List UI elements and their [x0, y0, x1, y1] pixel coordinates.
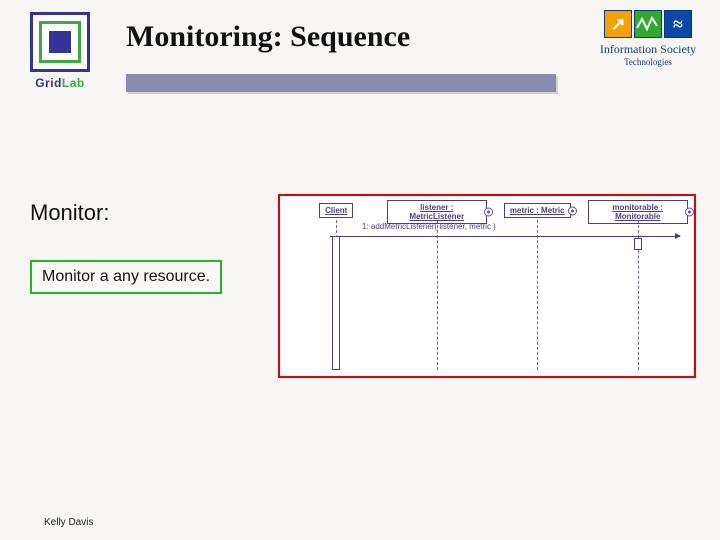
wave-icon	[634, 10, 662, 38]
footer-author: Kelly Davis	[44, 517, 93, 528]
anchor-icon	[685, 208, 694, 217]
lifeline-monitorable: monitorable : Monitorable	[588, 200, 689, 372]
arrow-head-icon	[675, 233, 681, 239]
caption-box: Monitor a any resource.	[30, 260, 222, 294]
gridlab-logo: GridLab	[20, 12, 100, 90]
gridlab-logo-text: GridLab	[20, 76, 100, 90]
lifeline-box: metric : Metric	[504, 203, 571, 218]
ist-logo-text-1: Information Society	[592, 42, 704, 57]
sequence-diagram: Client listener : MetricListener metric …	[278, 194, 696, 378]
anchor-icon	[568, 206, 577, 215]
approx-icon: ≈	[664, 10, 692, 38]
ist-logo-icon: ↗ ≈	[592, 10, 704, 38]
message-label: 1: addMetricListener( listener, metric )	[362, 222, 496, 231]
activation-bar	[634, 238, 642, 250]
arrow-up-icon: ↗	[604, 10, 632, 38]
lifeline-box: Client	[319, 203, 353, 218]
gridlab-logo-icon	[30, 12, 90, 72]
section-label: Monitor:	[30, 200, 109, 226]
title-underline-bar	[126, 74, 556, 92]
activation-bar	[332, 236, 340, 370]
ist-logo-text-2: Technologies	[592, 57, 704, 67]
slide-title: Monitoring: Sequence	[126, 20, 410, 54]
message-arrow	[330, 236, 680, 237]
slide-header: GridLab Monitoring: Sequence ↗ ≈ Informa…	[0, 0, 720, 110]
lifeline-metric: metric : Metric	[487, 200, 588, 372]
ist-logo: ↗ ≈ Information Society Technologies	[592, 10, 704, 67]
